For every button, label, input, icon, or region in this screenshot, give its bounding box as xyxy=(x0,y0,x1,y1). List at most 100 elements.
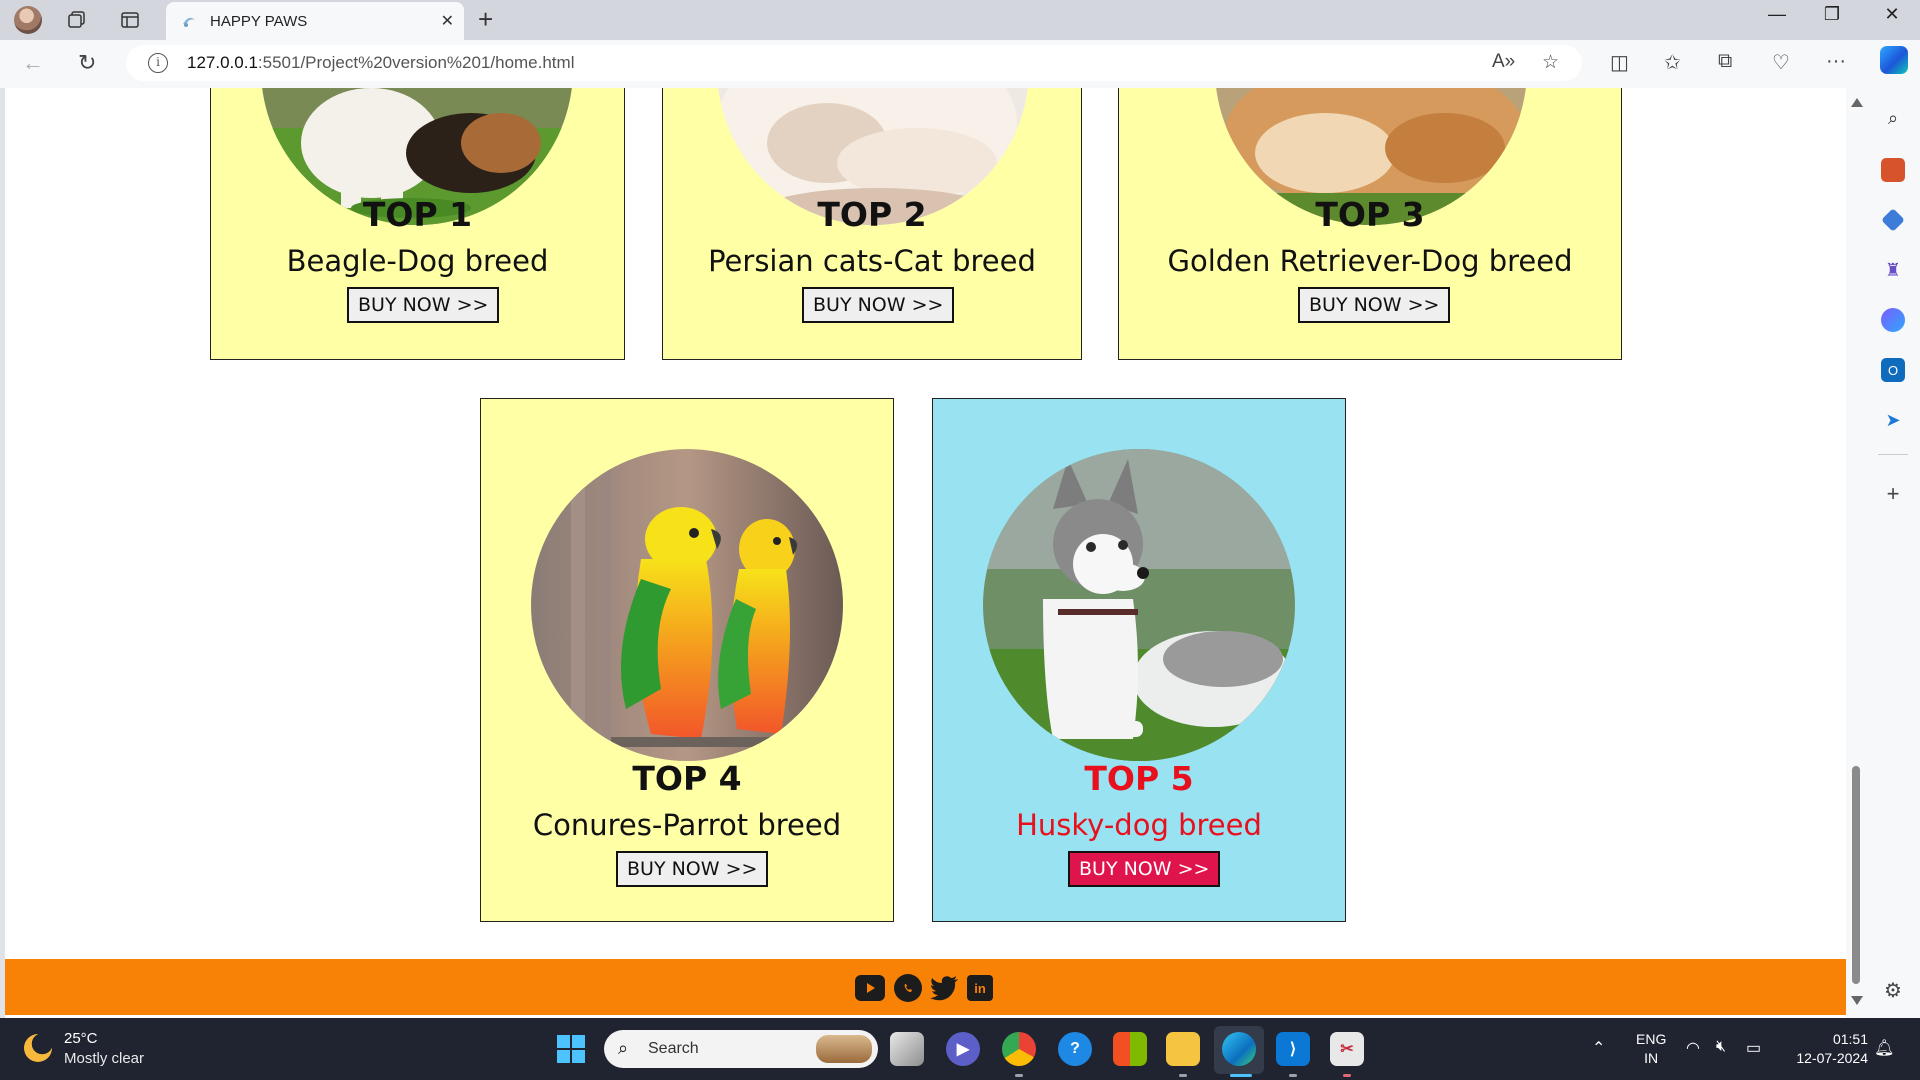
task-view-icon[interactable] xyxy=(890,1032,924,1066)
product-card-4: TOP 4 Conures-Parrot breed BUY NOW >> xyxy=(480,398,894,922)
whatsapp-icon[interactable] xyxy=(894,974,922,1002)
youtube-icon[interactable] xyxy=(855,975,885,1001)
collections-icon[interactable]: ⧉ xyxy=(1718,50,1732,73)
region-code: IN xyxy=(1644,1050,1659,1066)
weather-description[interactable]: Mostly clear xyxy=(64,1050,144,1067)
chrome-running-indicator xyxy=(1015,1074,1023,1077)
copilot-icon[interactable] xyxy=(1880,46,1908,74)
favicon-icon xyxy=(180,12,198,30)
windows-start-icon[interactable] xyxy=(557,1035,585,1063)
close-tab-icon[interactable]: ✕ xyxy=(441,11,454,31)
scroll-thumb[interactable] xyxy=(1852,766,1860,984)
snipping-tool-icon[interactable]: ✂ xyxy=(1330,1032,1364,1066)
conure-parrot-photo xyxy=(531,449,843,761)
search-placeholder: Search xyxy=(648,1040,699,1057)
page-scrollbar[interactable] xyxy=(1846,88,1866,1018)
split-screen-icon[interactable]: ◫ xyxy=(1610,50,1629,75)
address-bar-row: ← ↻ i 127.0.0.1:5501/Project%20version%2… xyxy=(0,40,1920,88)
sidebar-divider xyxy=(1878,454,1908,455)
card-breed: Conures-Parrot breed xyxy=(532,808,842,842)
buy-now-button[interactable]: BUY NOW >> xyxy=(616,851,769,887)
more-options-icon[interactable]: ··· xyxy=(1826,50,1846,73)
new-tab-icon[interactable]: + xyxy=(478,4,493,35)
taskbar-search[interactable]: ⌕ Search xyxy=(604,1030,878,1068)
tab-title: HAPPY PAWS xyxy=(210,13,308,30)
sidebar-games-icon[interactable]: ♜ xyxy=(1881,258,1905,282)
restore-icon[interactable]: ❐ xyxy=(1812,4,1852,25)
sidebar-settings-icon[interactable]: ⚙ xyxy=(1881,978,1905,1002)
scroll-up-icon[interactable] xyxy=(1851,98,1863,107)
sidebar-outlook-icon[interactable]: O xyxy=(1881,358,1905,382)
file-explorer-icon[interactable] xyxy=(1166,1032,1200,1066)
sidebar-search-icon[interactable]: ⌕ xyxy=(1881,106,1905,130)
url-field[interactable]: i 127.0.0.1:5501/Project%20version%201/h… xyxy=(126,45,1582,81)
page-footer: in xyxy=(5,959,1846,1015)
refresh-icon[interactable]: ↻ xyxy=(78,50,96,76)
husky-photo xyxy=(983,449,1295,761)
card-breed: Golden Retriever-Dog breed xyxy=(1167,244,1573,278)
favorites-icon[interactable]: ✩ xyxy=(1664,50,1681,75)
vscode-running-indicator xyxy=(1289,1074,1297,1077)
store-icon[interactable] xyxy=(1113,1032,1147,1066)
weather-temperature[interactable]: 25°C xyxy=(64,1030,98,1047)
wifi-icon[interactable]: ◠ xyxy=(1686,1038,1700,1058)
browser-tab-bar: HAPPY PAWS ✕ + — ❐ ✕ xyxy=(0,0,1920,40)
card-rank: TOP 2 xyxy=(817,195,927,234)
language-code: ENG xyxy=(1636,1031,1667,1047)
card-rank: TOP 3 xyxy=(1315,195,1425,234)
help-icon[interactable]: ? xyxy=(1058,1032,1092,1066)
sidebar-add-icon[interactable]: + xyxy=(1881,481,1905,506)
edge-icon[interactable] xyxy=(1222,1032,1256,1066)
scroll-down-icon[interactable] xyxy=(1851,996,1863,1005)
language-indicator[interactable]: ENG IN xyxy=(1636,1030,1666,1068)
clock-date: 12-07-2024 xyxy=(1796,1050,1868,1066)
back-arrow-icon[interactable]: ← xyxy=(22,50,44,76)
card-rank: TOP 1 xyxy=(362,195,473,234)
tray-overflow-icon[interactable]: ⌃ xyxy=(1592,1038,1605,1058)
card-breed: Beagle-Dog breed xyxy=(286,244,549,278)
buy-now-button[interactable]: BUY NOW >> xyxy=(347,287,500,323)
buy-now-button[interactable]: BUY NOW >> xyxy=(1298,287,1451,323)
card-breed: Husky-dog breed xyxy=(1016,808,1262,842)
buy-now-button[interactable]: BUY NOW >> xyxy=(1068,851,1221,887)
search-highlight-image xyxy=(816,1035,872,1063)
volume-muted-icon[interactable]: 🔇︎ xyxy=(1716,1038,1726,1056)
profile-avatar[interactable] xyxy=(14,6,42,34)
snipping-running-indicator xyxy=(1343,1074,1351,1077)
search-icon: ⌕ xyxy=(618,1038,629,1058)
site-info-icon[interactable]: i xyxy=(148,53,168,73)
clock[interactable]: 01:51 12-07-2024 xyxy=(1786,1030,1868,1068)
favorite-star-icon[interactable]: ☆ xyxy=(1542,51,1559,74)
card-rank: TOP 4 xyxy=(632,759,742,798)
workspaces-icon[interactable] xyxy=(63,6,91,34)
teams-chat-icon[interactable]: ▶ xyxy=(946,1032,980,1066)
close-window-icon[interactable]: ✕ xyxy=(1872,4,1912,25)
product-card-1: TOP 1 Beagle-Dog breed BUY NOW >> xyxy=(210,88,625,360)
product-card-2: TOP 2 Persian cats-Cat breed BUY NOW >> xyxy=(662,88,1082,360)
minimize-icon[interactable]: — xyxy=(1757,4,1797,25)
chrome-icon[interactable] xyxy=(1002,1032,1036,1066)
windows-taskbar: 25°C Mostly clear ⌕ Search ▶ ? ⟩ ✂ ⌃ ENG… xyxy=(0,1018,1920,1080)
linkedin-icon[interactable]: in xyxy=(967,975,993,1001)
card-breed: Persian cats-Cat breed xyxy=(708,244,1036,278)
read-aloud-icon[interactable]: A» xyxy=(1492,51,1515,73)
card-rank: TOP 5 xyxy=(1084,759,1194,798)
page-viewport: TOP 1 Beagle-Dog breed BUY NOW >> TOP 2 … xyxy=(5,88,1846,1018)
weather-moon-icon[interactable] xyxy=(24,1034,52,1062)
sidebar-tools-icon[interactable] xyxy=(1881,158,1905,182)
notification-bell-icon[interactable]: 🔔︎ xyxy=(1874,1038,1894,1058)
vscode-icon[interactable]: ⟩ xyxy=(1276,1032,1310,1066)
twitter-icon[interactable] xyxy=(930,975,960,1001)
sidebar-office-icon[interactable] xyxy=(1881,308,1905,332)
tab-happy-paws[interactable]: HAPPY PAWS ✕ xyxy=(166,2,464,40)
sidebar-send-icon[interactable]: ➤ xyxy=(1881,408,1905,432)
sidebar-shopping-icon[interactable] xyxy=(1881,208,1905,232)
tab-actions-icon[interactable] xyxy=(116,6,144,34)
url-text: 127.0.0.1:5501/Project%20version%201/hom… xyxy=(187,53,574,73)
battery-icon[interactable]: ▭ xyxy=(1746,1038,1761,1058)
clock-time: 01:51 xyxy=(1832,1031,1868,1047)
url-path: :5501/Project%20version%201/home.html xyxy=(257,53,575,72)
buy-now-button[interactable]: BUY NOW >> xyxy=(802,287,955,323)
edge-sidebar: ⌕ ♜ O ➤ + ⚙ xyxy=(1866,88,1920,1018)
browser-essentials-icon[interactable]: ♡ xyxy=(1772,50,1790,75)
